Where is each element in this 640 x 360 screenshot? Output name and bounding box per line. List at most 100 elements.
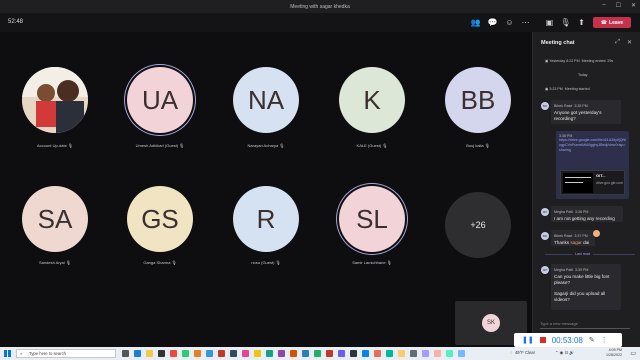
mic-muted-icon: 🎙 <box>275 260 281 265</box>
phone-icon: ☎ <box>600 19 608 26</box>
store-icon[interactable] <box>158 350 165 357</box>
mic-muted-icon: 🎙 <box>279 143 285 148</box>
notifications-icon[interactable]: ▭ <box>630 350 636 357</box>
meeting-ended-notice: ▣ Yesterday 8:22 PM Meeting ended: 29s <box>545 59 614 63</box>
participant-name: Narayan Acharya 🎙 <box>247 143 285 148</box>
taskbar-search[interactable]: ⌕ Type here to search <box>16 349 116 358</box>
annotate-icon[interactable]: ✎ <box>589 336 595 344</box>
chat-title: Meeting chat <box>541 40 575 46</box>
chat-icon[interactable]: 💬 <box>487 17 498 28</box>
participant-avatar: UA <box>127 67 193 133</box>
message-text: I am not getting any recording <box>554 215 615 221</box>
participant-name: KALE (Guest) 🎙 <box>356 143 388 148</box>
app-icon[interactable] <box>278 350 285 357</box>
task-view-icon[interactable] <box>122 350 129 357</box>
participant-avatar: K <box>339 67 405 133</box>
chat-message: Bibek Rasé 3:35 PM Anyone got yesterday'… <box>551 100 621 124</box>
minimize-icon[interactable]: – <box>602 2 605 9</box>
participant-avatar: NA <box>233 67 299 133</box>
stop-icon[interactable] <box>539 337 546 343</box>
app-icon[interactable] <box>218 350 225 357</box>
pop-out-icon[interactable]: ⤢ <box>615 39 620 46</box>
clock[interactable]: 4:09 PM 1/28/2022 <box>606 348 622 358</box>
participant-avatar: SL <box>339 186 405 252</box>
mic-icon[interactable]: 🎙 <box>560 17 571 28</box>
app-icon[interactable] <box>458 350 465 357</box>
app-icon[interactable] <box>326 350 333 357</box>
app-icon[interactable] <box>398 350 405 357</box>
day-divider: Today <box>578 73 588 77</box>
windows-start-icon[interactable] <box>4 350 11 357</box>
app-icon[interactable] <box>302 350 309 357</box>
app-icon[interactable] <box>254 350 261 357</box>
close-chat-icon[interactable]: ✕ <box>627 39 632 46</box>
mic-muted-icon: 🎙 <box>386 260 392 265</box>
chat-message: Bibek Rasé 3:37 PM Thanks sagar dai <box>551 230 595 246</box>
app-icon[interactable] <box>374 350 381 357</box>
compose-input[interactable]: Type a new message <box>540 319 630 329</box>
mic-muted-icon: 🎙 <box>65 260 71 265</box>
leave-button[interactable]: ☎ Leave <box>593 17 631 28</box>
mic-muted-icon: 🎙 <box>67 143 73 148</box>
app-icon[interactable] <box>230 350 237 357</box>
chat-message: Megha Patil 3:39 PM Can you make little … <box>551 264 621 310</box>
self-avatar: SK <box>482 314 500 332</box>
mic-muted-icon: 🎙 <box>171 260 177 265</box>
app-icon[interactable] <box>242 350 249 357</box>
share-icon[interactable]: ⬆ <box>576 17 587 28</box>
avatar: MP <box>541 208 549 216</box>
participant-avatar: BB <box>445 67 511 133</box>
profile-photo-icon <box>22 67 88 133</box>
more-options-icon[interactable]: ⋯ <box>520 17 531 28</box>
weather-icon: ☾ <box>510 350 514 355</box>
people-icon[interactable]: 👥 <box>470 17 481 28</box>
teams-icon[interactable] <box>338 350 345 357</box>
weather-widget[interactable]: ☾ 49°F Clear <box>510 350 535 355</box>
camera-icon[interactable]: ▣ <box>544 17 555 28</box>
maximize-icon[interactable]: ☐ <box>616 2 621 9</box>
video-icon: ▣ <box>545 87 549 91</box>
app-icon[interactable] <box>266 350 273 357</box>
video-icon: ▣ <box>545 59 549 63</box>
link-preview-card[interactable]: GIT... drive.goo gle.com <box>560 170 625 195</box>
file-explorer-icon[interactable] <box>146 350 153 357</box>
app-icon[interactable] <box>386 350 393 357</box>
title-bar: Meeting with sagar khedka – ☐ ✕ <box>0 0 640 13</box>
app-icon[interactable] <box>194 350 201 357</box>
meeting-started-notice: ▣ 3:23 PM Meeting started <box>545 87 590 91</box>
system-tray-icons[interactable]: ⌃ ◉ ⊡ 🔊 <box>555 350 574 356</box>
app-icon[interactable] <box>206 350 213 357</box>
reaction-icon[interactable] <box>593 230 600 237</box>
recording-bar: ❚❚ 00:53:08 ✎ ⋮ <box>514 333 622 347</box>
message-text: Thanks sagar dai <box>554 239 590 245</box>
app-icon[interactable] <box>182 350 189 357</box>
last-read-label: Last read <box>572 252 593 256</box>
app-icon[interactable] <box>410 350 417 357</box>
avatar: BR <box>541 232 549 240</box>
leave-label: Leave <box>609 19 624 26</box>
participant-avatar: GS <box>127 186 193 252</box>
app-icon[interactable] <box>350 350 357 357</box>
taskbar: ⌕ Type here to search ☾ 49°F Clear ⌃ ◉ ⊡… <box>0 347 640 360</box>
app-icon[interactable] <box>362 350 369 357</box>
close-icon[interactable]: ✕ <box>631 2 636 9</box>
avatar: MP <box>541 266 549 274</box>
app-icon[interactable] <box>290 350 297 357</box>
participant-name: Sandesh Aryal 🎙 <box>39 260 71 265</box>
reactions-icon[interactable]: ☺ <box>504 17 515 28</box>
more-icon[interactable]: ⋮ <box>601 336 608 344</box>
recording-timer: 00:53:08 <box>551 335 583 345</box>
participant-name: Samir Lamichhane 🎙 <box>352 260 392 265</box>
more-participants-button[interactable]: +26 <box>445 192 511 258</box>
app-icon[interactable] <box>422 350 429 357</box>
edge-icon[interactable] <box>134 350 141 357</box>
app-icon[interactable] <box>434 350 441 357</box>
message-text: Can you make little big font please? <box>554 273 610 286</box>
shared-link[interactable]: https://drive.google.com/file/d/1A38y9jQ… <box>559 138 626 153</box>
mic-muted-icon: 🎙 <box>179 143 185 148</box>
pause-icon[interactable]: ❚❚ <box>522 336 534 344</box>
app-icon[interactable] <box>314 350 321 357</box>
app-icon[interactable] <box>446 350 453 357</box>
participant-name: Umesh Adhikari (Guest) 🎙 <box>135 143 185 148</box>
app-icon[interactable] <box>170 350 177 357</box>
